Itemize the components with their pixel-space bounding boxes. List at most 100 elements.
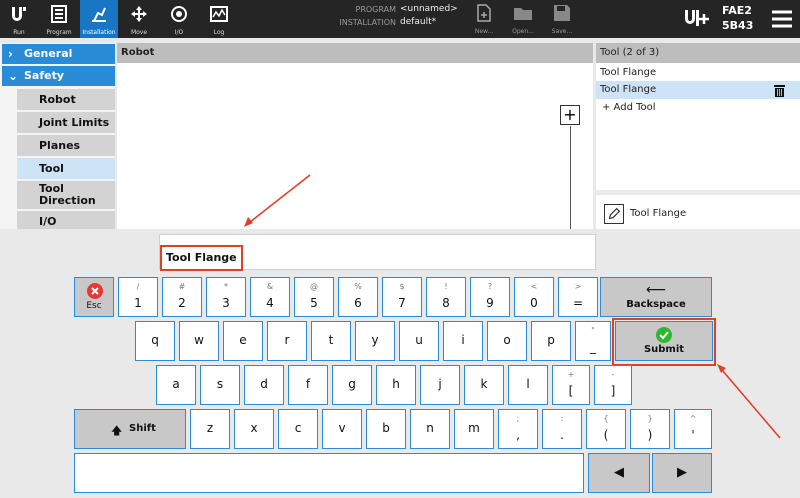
key-k[interactable]: k: [464, 365, 504, 405]
keyboard-text-input[interactable]: Tool Flange: [159, 234, 596, 271]
key-r[interactable]: r: [267, 321, 307, 361]
key-i[interactable]: i: [443, 321, 483, 361]
key-8[interactable]: ! 8: [426, 277, 466, 317]
arrow-right-icon: ▶: [677, 465, 687, 480]
menu-button[interactable]: [768, 6, 796, 32]
backspace-key[interactable]: ⟵ Backspace: [600, 277, 712, 317]
key-label: r: [284, 333, 290, 347]
key-underscore[interactable]: " _: [575, 321, 611, 361]
key-g[interactable]: g: [332, 365, 372, 405]
key-7[interactable]: $7: [382, 277, 422, 317]
tool-list-item-selected[interactable]: Tool Flange: [596, 81, 800, 99]
zoom-slider-track[interactable]: [570, 126, 571, 236]
key-l[interactable]: l: [508, 365, 548, 405]
key-label: u: [415, 333, 423, 347]
key-1[interactable]: /1: [118, 277, 158, 317]
key-0[interactable]: <0: [514, 277, 554, 317]
key-right-paren[interactable]: }): [630, 409, 670, 449]
key-e[interactable]: e: [223, 321, 263, 361]
key-o[interactable]: o: [487, 321, 527, 361]
key-z[interactable]: z: [190, 409, 230, 449]
key-m[interactable]: m: [454, 409, 494, 449]
onscreen-keyboard: Tool Flange Esc /1 #2 * 3 & 4 @5 % 6 $7 ! 8 …: [0, 229, 800, 498]
sidebar-item-robot-limits[interactable]: Robot Limits: [17, 89, 115, 127]
sidebar-item-tool-direction[interactable]: Tool Direction: [17, 181, 115, 209]
key-period[interactable]: :.: [542, 409, 582, 449]
sidebar-section-general[interactable]: › General: [2, 44, 115, 64]
app-root: Run Program Installation Move I/O Log PR…: [0, 0, 800, 498]
shift-arrow-icon: 🡅: [111, 424, 123, 437]
tool-name-edit-field[interactable]: Tool Flange: [604, 203, 686, 225]
key-c[interactable]: c: [278, 409, 318, 449]
key-comma[interactable]: ;,: [498, 409, 538, 449]
trash-icon[interactable]: [773, 84, 786, 97]
key-b[interactable]: b: [366, 409, 406, 449]
key-shift-label: $: [399, 282, 405, 291]
key-u[interactable]: u: [399, 321, 439, 361]
nav-run-button[interactable]: Run: [0, 0, 38, 38]
cursor-left-key[interactable]: ◀: [588, 453, 650, 493]
sidebar-item-planes[interactable]: Planes: [17, 135, 115, 156]
key-y[interactable]: y: [355, 321, 395, 361]
move-icon: [131, 6, 147, 22]
esc-key[interactable]: Esc: [74, 277, 114, 317]
key-x[interactable]: x: [234, 409, 274, 449]
key-shift-label: >: [574, 282, 582, 291]
nav-log-button[interactable]: Log: [200, 0, 238, 38]
space-key[interactable]: [74, 453, 584, 493]
nav-installation-button[interactable]: Installation: [80, 0, 118, 38]
key-4[interactable]: & 4: [250, 277, 290, 317]
add-tool-button[interactable]: + Add Tool: [596, 99, 656, 117]
key-right-bracket[interactable]: -]: [594, 365, 632, 405]
key-j[interactable]: j: [420, 365, 460, 405]
key-label: a: [172, 377, 180, 391]
key-equals[interactable]: > =: [558, 277, 598, 317]
save-icon: [554, 5, 570, 21]
key-9[interactable]: ? 9: [470, 277, 510, 317]
new-file-button[interactable]: New...: [467, 0, 501, 38]
sidebar-item-joint-limits[interactable]: Joint Limits: [17, 112, 115, 133]
key-n[interactable]: n: [410, 409, 450, 449]
key-label: v: [338, 421, 346, 435]
key-shift-label: ": [591, 326, 595, 335]
key-w[interactable]: w: [179, 321, 219, 361]
save-file-button[interactable]: Save...: [545, 0, 579, 38]
key-t[interactable]: t: [311, 321, 351, 361]
zoom-in-button[interactable]: +: [560, 105, 580, 125]
sidebar-section-safety[interactable]: ⌄ Safety: [2, 66, 115, 86]
key-p[interactable]: p: [531, 321, 571, 361]
shift-key[interactable]: 🡅 Shift: [74, 409, 186, 449]
key-label: d: [260, 377, 268, 391]
key-apostrophe[interactable]: ^ ': [674, 409, 712, 449]
tool-list-item[interactable]: Tool Flange: [596, 64, 800, 82]
nav-program-button[interactable]: Program: [40, 0, 78, 38]
key-2[interactable]: #2: [162, 277, 202, 317]
key-a[interactable]: a: [156, 365, 196, 405]
key-d[interactable]: d: [244, 365, 284, 405]
key-shift-label: #: [178, 282, 186, 291]
key-f[interactable]: f: [288, 365, 328, 405]
key-label: l: [526, 377, 530, 391]
key-5[interactable]: @5: [294, 277, 334, 317]
key-label: 7: [398, 296, 406, 310]
key-q[interactable]: q: [135, 321, 175, 361]
cursor-right-key[interactable]: ▶: [652, 453, 712, 493]
key-label: 1: [134, 296, 142, 310]
key-6[interactable]: % 6: [338, 277, 378, 317]
key-left-paren[interactable]: {(: [586, 409, 626, 449]
key-s[interactable]: s: [200, 365, 240, 405]
key-label: x: [250, 421, 258, 435]
nav-move-button[interactable]: Move: [120, 0, 158, 38]
key-v[interactable]: v: [322, 409, 362, 449]
key-shift-label: @: [310, 282, 318, 291]
nav-io-button[interactable]: I/O: [160, 0, 198, 38]
sidebar-item-label: Tool Direction: [39, 182, 96, 207]
key-label: c: [294, 421, 302, 435]
key-h[interactable]: h: [376, 365, 416, 405]
program-label: PROGRAM: [355, 5, 397, 14]
open-file-button[interactable]: Open...: [506, 0, 540, 38]
sidebar-item-tool-position[interactable]: Tool Position: [17, 158, 115, 196]
key-3[interactable]: * 3: [206, 277, 246, 317]
key-left-bracket[interactable]: +[: [552, 365, 590, 405]
key-label: 6: [354, 296, 362, 310]
